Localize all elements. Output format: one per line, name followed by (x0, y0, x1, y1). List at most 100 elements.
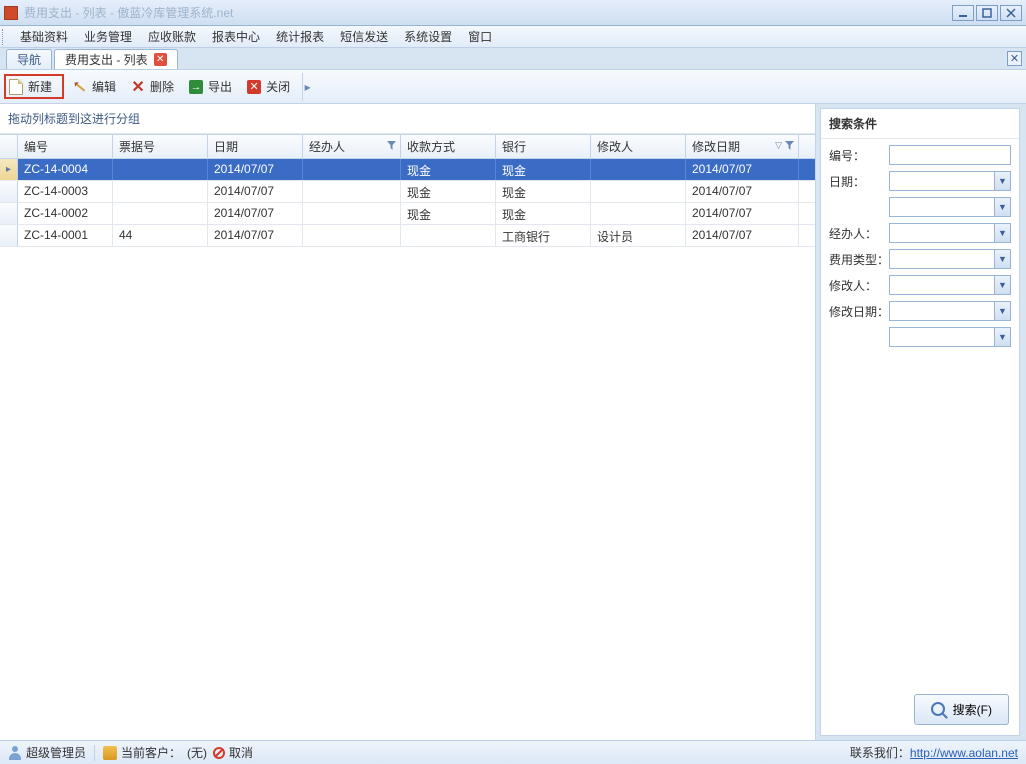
toolbar-overflow-button[interactable]: ▸ (302, 73, 312, 101)
menu-item-3[interactable]: 报表中心 (204, 25, 268, 48)
filter-icon[interactable] (387, 139, 396, 148)
cell: 2014/07/07 (686, 159, 799, 180)
filter-icon[interactable] (785, 139, 794, 148)
chevron-down-icon[interactable]: ▼ (994, 198, 1010, 216)
cancel-icon (213, 747, 225, 759)
table-row[interactable]: ZC-14-0001442014/07/07工商银行设计员2014/07/07 (0, 225, 815, 247)
search-row-date_from: 日期： ▼ (829, 171, 1011, 191)
search-input-modifier[interactable] (889, 275, 1011, 295)
search-input-id[interactable] (889, 145, 1011, 165)
col-header-1[interactable]: 票据号 (113, 135, 208, 158)
status-bar: 超级管理员 当前客户： (无) 取消 联系我们： http://www.aola… (0, 740, 1026, 764)
close-button[interactable]: ✕ 关闭 (240, 74, 296, 99)
close-button-label: 关闭 (266, 78, 290, 95)
chevron-down-icon[interactable]: ▼ (994, 328, 1010, 346)
title-bar: 费用支出 - 列表 - 傲蓝冷库管理系统.net (0, 0, 1026, 26)
cell: 44 (113, 225, 208, 246)
col-header-0[interactable]: 编号 (18, 135, 113, 158)
cell: 2014/07/07 (208, 225, 303, 246)
row-indicator (0, 181, 18, 202)
menu-item-0[interactable]: 基础资料 (12, 25, 76, 48)
menu-item-7[interactable]: 窗口 (460, 25, 500, 48)
cell (303, 225, 401, 246)
cell (113, 181, 208, 202)
col-header-2[interactable]: 日期 (208, 135, 303, 158)
tab-strip: 导航费用支出 - 列表 ✕ ✕ (0, 48, 1026, 70)
delete-button[interactable]: ✕ 删除 (124, 74, 180, 99)
minimize-button[interactable] (952, 5, 974, 21)
chevron-down-icon[interactable]: ▼ (994, 276, 1010, 294)
cell: 现金 (401, 203, 496, 224)
search-label-moddate: 修改日期： (829, 303, 889, 320)
search-row-moddate2: ▼ (829, 327, 1011, 347)
menu-item-2[interactable]: 应收账款 (140, 25, 204, 48)
table-row[interactable]: ZC-14-00022014/07/07现金现金2014/07/07 (0, 203, 815, 225)
col-header-4[interactable]: 收款方式 (401, 135, 496, 158)
search-button[interactable]: 搜索(F) (914, 694, 1009, 725)
search-input-moddate[interactable] (889, 301, 1011, 321)
menu-item-1[interactable]: 业务管理 (76, 25, 140, 48)
chevron-down-icon[interactable]: ▼ (994, 224, 1010, 242)
col-header-5[interactable]: 银行 (496, 135, 591, 158)
row-indicator: ▸ (0, 159, 18, 180)
search-panel: 搜索条件 编号：日期：▼▼经办人：▼费用类型：▼修改人：▼修改日期：▼▼ 搜索(… (820, 108, 1020, 736)
status-customer-label: 当前客户： (121, 744, 181, 761)
contact-link[interactable]: http://www.aolan.net (910, 746, 1018, 760)
tabstrip-close-button[interactable]: ✕ (1007, 51, 1022, 66)
cell: 2014/07/07 (208, 159, 303, 180)
grid-body[interactable]: ▸ZC-14-00042014/07/07现金现金2014/07/07ZC-14… (0, 159, 815, 740)
menu-item-4[interactable]: 统计报表 (268, 25, 332, 48)
status-cancel[interactable]: 取消 (229, 744, 253, 761)
chevron-down-icon[interactable]: ▼ (994, 302, 1010, 320)
table-row[interactable]: ZC-14-00032014/07/07现金现金2014/07/07 (0, 181, 815, 203)
cell (303, 203, 401, 224)
delete-icon: ✕ (130, 79, 146, 95)
edit-icon (75, 82, 85, 91)
tab-label: 费用支出 - 列表 (65, 51, 148, 68)
cell: 2014/07/07 (208, 203, 303, 224)
user-icon (8, 746, 22, 760)
cell (303, 181, 401, 202)
menu-item-6[interactable]: 系统设置 (396, 25, 460, 48)
chevron-down-icon[interactable]: ▼ (994, 250, 1010, 268)
search-input-date_from[interactable] (889, 171, 1011, 191)
edit-button[interactable]: 编辑 (66, 74, 122, 99)
group-by-hint[interactable]: 拖动列标题到这进行分组 (0, 104, 815, 134)
tab-0[interactable]: 导航 (6, 49, 52, 69)
cell: 工商银行 (496, 225, 591, 246)
col-header-3[interactable]: 经办人 (303, 135, 401, 158)
search-row-date_to: ▼ (829, 197, 1011, 217)
maximize-button[interactable] (976, 5, 998, 21)
search-input-handler[interactable] (889, 223, 1011, 243)
col-header-6[interactable]: 修改人 (591, 135, 686, 158)
search-label-type: 费用类型： (829, 251, 889, 268)
cell (113, 159, 208, 180)
new-button-label: 新建 (28, 78, 52, 95)
search-input-moddate2[interactable] (889, 327, 1011, 347)
search-row-id: 编号： (829, 145, 1011, 165)
chevron-down-icon[interactable]: ▼ (994, 172, 1010, 190)
search-input-type[interactable] (889, 249, 1011, 269)
menu-item-5[interactable]: 短信发送 (332, 25, 396, 48)
window-title: 费用支出 - 列表 - 傲蓝冷库管理系统.net (24, 4, 950, 21)
cell (591, 181, 686, 202)
cell: ZC-14-0002 (18, 203, 113, 224)
status-user: 超级管理员 (26, 744, 86, 761)
search-button-label: 搜索(F) (953, 701, 992, 718)
tab-close-icon[interactable]: ✕ (154, 53, 167, 66)
table-row[interactable]: ▸ZC-14-00042014/07/07现金现金2014/07/07 (0, 159, 815, 181)
edit-button-label: 编辑 (92, 78, 116, 95)
tab-1[interactable]: 费用支出 - 列表 ✕ (54, 49, 178, 69)
search-label-date_from: 日期： (829, 173, 889, 190)
export-button[interactable]: → 导出 (182, 74, 238, 99)
grid-header: 编号票据号日期经办人收款方式银行修改人修改日期▽ (0, 134, 815, 159)
cell: ZC-14-0001 (18, 225, 113, 246)
new-button[interactable]: 新建 (4, 74, 64, 99)
search-row-moddate: 修改日期： ▼ (829, 301, 1011, 321)
status-customer-value: (无) (187, 744, 207, 761)
app-icon (4, 6, 18, 20)
search-input-date_to[interactable] (889, 197, 1011, 217)
close-window-button[interactable] (1000, 5, 1022, 21)
col-header-7[interactable]: 修改日期▽ (686, 135, 799, 158)
cell (303, 159, 401, 180)
